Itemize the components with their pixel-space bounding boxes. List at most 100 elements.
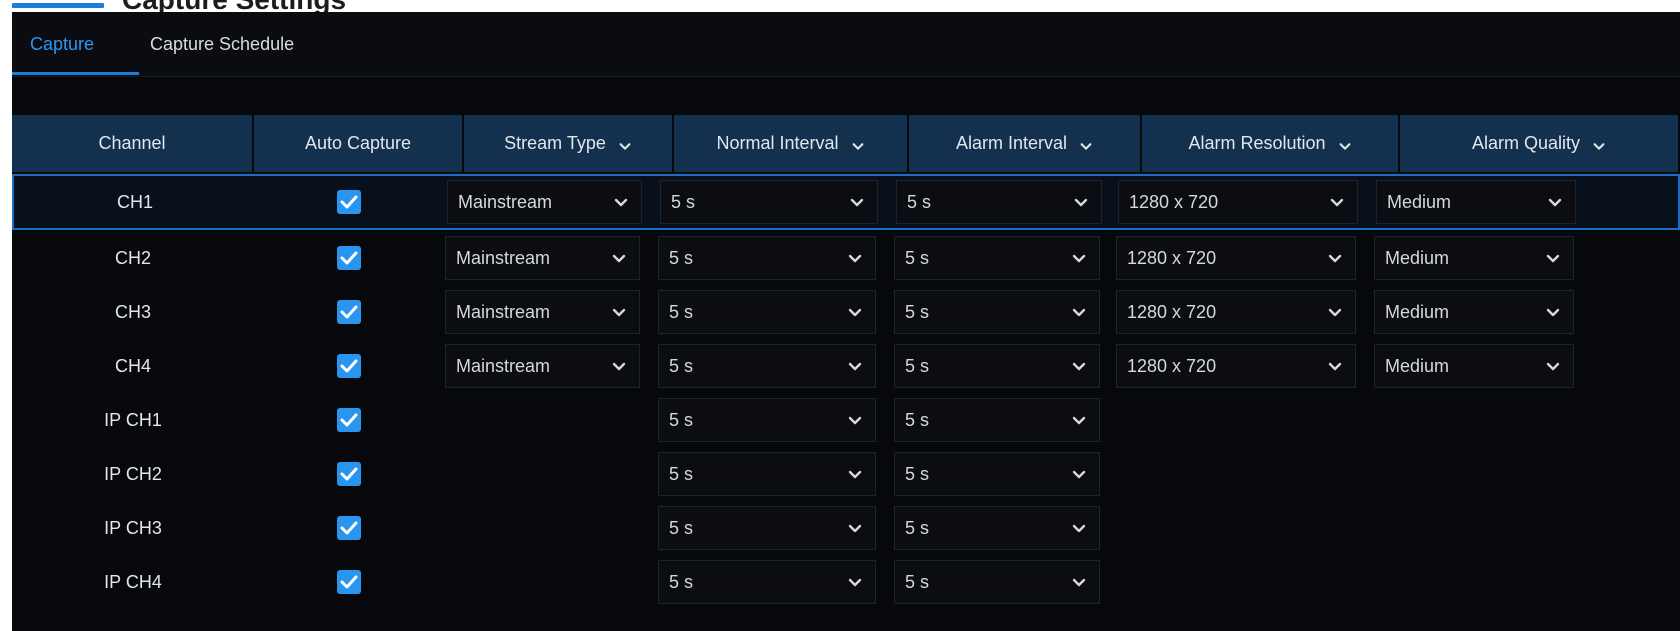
channel-label: CH3 (114, 301, 151, 322)
select-value: 5 s (905, 355, 930, 376)
column-header-normal-interval[interactable]: Normal Interval (674, 115, 909, 172)
select-value: 5 s (669, 463, 694, 484)
column-header-stream-type[interactable]: Stream Type (464, 115, 674, 172)
tab-capture-schedule[interactable]: Capture Schedule (150, 34, 294, 55)
alarm-interval-select[interactable]: 5 s (894, 560, 1100, 604)
alarm-quality-select[interactable]: Medium (1374, 290, 1574, 334)
select-value: 1280 x 720 (1127, 247, 1217, 268)
normal-interval-select[interactable]: 5 s (658, 506, 876, 550)
chevron-down-icon (1327, 250, 1343, 266)
table-row[interactable]: IP CH4 5 s 5 s (12, 554, 1680, 610)
select-value: 5 s (669, 301, 694, 322)
alarm-interval-select[interactable]: 5 s (894, 506, 1100, 550)
stream-type-select[interactable]: Mainstream (445, 290, 640, 334)
normal-interval-select[interactable]: 5 s (660, 180, 878, 224)
alarm-interval-select[interactable]: 5 s (894, 344, 1100, 388)
table-row[interactable]: IP CH2 5 s 5 s (12, 446, 1680, 502)
normal-interval-select[interactable]: 5 s (658, 452, 876, 496)
auto-capture-checkbox[interactable] (337, 354, 361, 378)
chevron-down-icon (847, 574, 863, 590)
alarm-resolution-select[interactable]: 1280 x 720 (1118, 180, 1358, 224)
normal-interval-select[interactable]: 5 s (658, 398, 876, 442)
active-tab-indicator (12, 72, 139, 75)
auto-capture-checkbox[interactable] (337, 408, 361, 432)
auto-capture-checkbox[interactable] (337, 190, 361, 214)
chevron-down-icon (1071, 466, 1087, 482)
select-value: 5 s (669, 517, 694, 538)
table-row[interactable]: IP CH3 5 s 5 s (12, 500, 1680, 556)
select-value: Mainstream (458, 191, 553, 212)
normal-interval-select[interactable]: 5 s (658, 344, 876, 388)
alarm-interval-select[interactable]: 5 s (894, 290, 1100, 334)
chevron-down-icon (1327, 358, 1343, 374)
checkmark-icon (340, 251, 358, 265)
alarm-interval-select[interactable]: 5 s (894, 452, 1100, 496)
table-row[interactable]: CH3 Mainstream 5 s 5 s 1280 x 720 Medium (12, 284, 1680, 340)
channel-label: IP CH4 (104, 571, 162, 592)
select-value: 1280 x 720 (1127, 301, 1217, 322)
stream-type-select[interactable]: Mainstream (445, 344, 640, 388)
chevron-down-icon (847, 520, 863, 536)
alarm-interval-select[interactable]: 5 s (894, 236, 1100, 280)
chevron-down-icon (1592, 137, 1606, 151)
page-title: Capture Settings (122, 0, 346, 12)
stream-type-select[interactable]: Mainstream (447, 180, 642, 224)
auto-capture-checkbox[interactable] (337, 246, 361, 270)
chevron-down-icon (1079, 137, 1093, 151)
column-header-alarm-quality[interactable]: Alarm Quality (1400, 115, 1680, 172)
auto-capture-checkbox[interactable] (337, 570, 361, 594)
auto-capture-checkbox[interactable] (337, 516, 361, 540)
tab-capture[interactable]: Capture (30, 34, 94, 55)
checkmark-icon (340, 521, 358, 535)
normal-interval-select[interactable]: 5 s (658, 560, 876, 604)
channel-label: IP CH1 (104, 409, 162, 430)
column-header-alarm-interval[interactable]: Alarm Interval (909, 115, 1142, 172)
column-header-alarm-resolution[interactable]: Alarm Resolution (1142, 115, 1400, 172)
alarm-interval-select[interactable]: 5 s (894, 398, 1100, 442)
checkmark-icon (340, 359, 358, 373)
chevron-down-icon (611, 304, 627, 320)
select-value: 1280 x 720 (1129, 191, 1219, 212)
table-row[interactable]: CH2 Mainstream 5 s 5 s 1280 x 720 Medium (12, 230, 1680, 286)
select-value: 5 s (669, 409, 694, 430)
normal-interval-select[interactable]: 5 s (658, 290, 876, 334)
column-header-label: Alarm Quality (1471, 133, 1581, 153)
chevron-down-icon (1547, 194, 1563, 210)
alarm-interval-select[interactable]: 5 s (896, 180, 1102, 224)
chevron-down-icon (1071, 520, 1087, 536)
column-header-label: Channel (98, 133, 166, 153)
column-header-label: Auto Capture (304, 133, 412, 153)
table-row[interactable]: CH4 Mainstream 5 s 5 s 1280 x 720 Medium (12, 338, 1680, 394)
alarm-resolution-select[interactable]: 1280 x 720 (1116, 290, 1356, 334)
chevron-down-icon (1071, 304, 1087, 320)
chevron-down-icon (847, 358, 863, 374)
normal-interval-select[interactable]: 5 s (658, 236, 876, 280)
alarm-quality-select[interactable]: Medium (1374, 344, 1574, 388)
page-title-strip: Capture Settings (0, 0, 1680, 12)
alarm-quality-select[interactable]: Medium (1376, 180, 1576, 224)
table-header: Channel Auto Capture Stream Type Normal Int… (12, 115, 1680, 172)
table-row[interactable]: CH1 Mainstream 5 s 5 s 1280 x 720 Medium (12, 174, 1680, 230)
select-value: 5 s (905, 517, 930, 538)
stream-type-select[interactable]: Mainstream (445, 236, 640, 280)
channel-label: IP CH3 (104, 517, 162, 538)
alarm-quality-select[interactable]: Medium (1374, 236, 1574, 280)
select-value: 1280 x 720 (1127, 355, 1217, 376)
select-value: 5 s (669, 571, 694, 592)
alarm-resolution-select[interactable]: 1280 x 720 (1116, 344, 1356, 388)
chevron-down-icon (847, 250, 863, 266)
column-header-label: Alarm Resolution (1188, 133, 1326, 153)
app-frame: Capture Settings Capture Capture Schedul… (0, 0, 1680, 631)
column-header-label: Normal Interval (716, 133, 839, 153)
alarm-resolution-select[interactable]: 1280 x 720 (1116, 236, 1356, 280)
channel-label: CH4 (114, 355, 151, 376)
channel-label: CH2 (114, 247, 151, 268)
auto-capture-checkbox[interactable] (337, 462, 361, 486)
chevron-down-icon (851, 137, 865, 151)
chevron-down-icon (1071, 358, 1087, 374)
auto-capture-checkbox[interactable] (337, 300, 361, 324)
table-row[interactable]: IP CH1 5 s 5 s (12, 392, 1680, 448)
column-header-label: Alarm Interval (955, 133, 1068, 153)
chevron-down-icon (1545, 250, 1561, 266)
tab-bar: Capture Capture Schedule (12, 12, 1680, 77)
